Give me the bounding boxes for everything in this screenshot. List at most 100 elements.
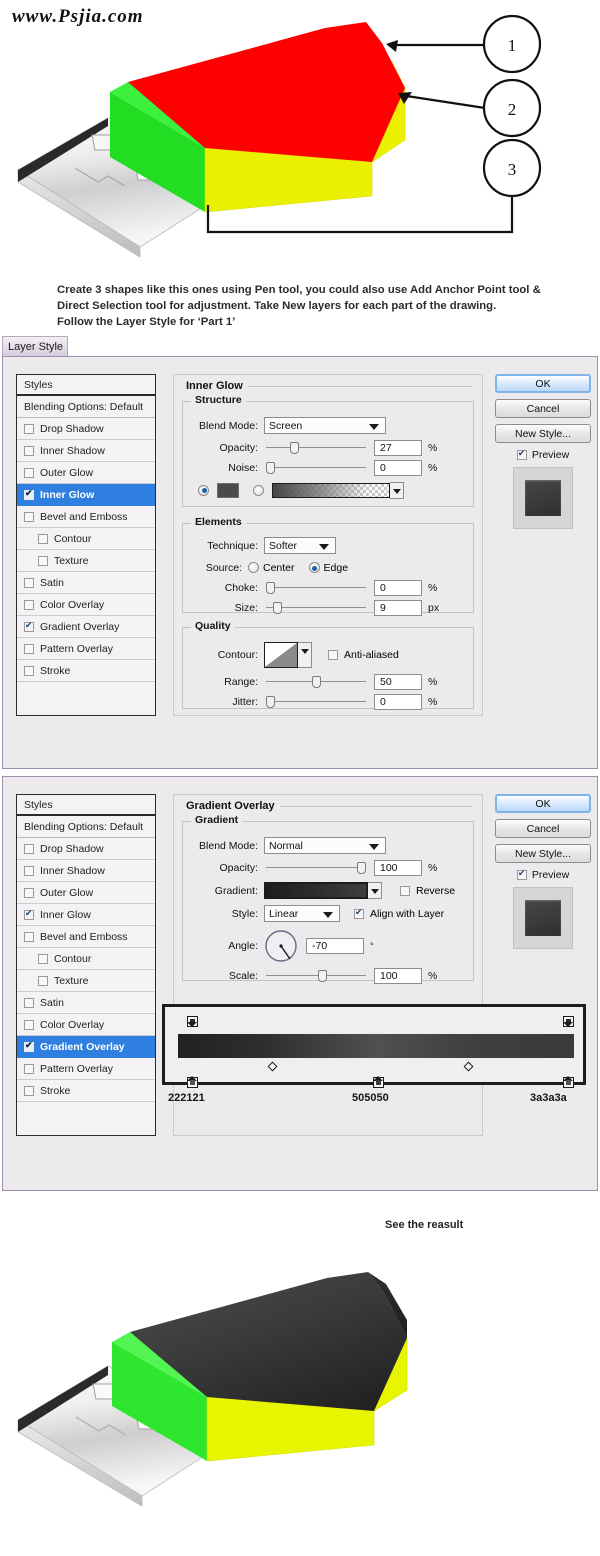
range-slider[interactable]: [266, 675, 366, 688]
slider-knob[interactable]: [357, 861, 366, 874]
radio-source-center[interactable]: [248, 562, 259, 573]
scale-input[interactable]: 100: [374, 967, 422, 984]
checkbox-texture[interactable]: [38, 555, 48, 566]
range-input[interactable]: 50: [374, 673, 422, 690]
checkbox-drop-shadow-2[interactable]: [24, 843, 34, 854]
style-row-outer-glow[interactable]: Outer Glow: [17, 462, 155, 484]
ok-button-2[interactable]: OK: [495, 794, 591, 813]
radio-glow-color[interactable]: [198, 484, 209, 496]
checkbox-inner-shadow[interactable]: [24, 445, 34, 456]
angle-input[interactable]: -70: [306, 938, 364, 954]
slider-knob[interactable]: [318, 969, 327, 982]
checkbox-satin[interactable]: [24, 577, 34, 588]
checkbox-texture-2[interactable]: [38, 975, 48, 986]
slider-knob[interactable]: [290, 441, 299, 454]
slider-knob[interactable]: [266, 581, 275, 594]
color-midpoint-2[interactable]: [463, 1061, 474, 1072]
checkbox-contour[interactable]: [38, 533, 48, 544]
style-row-pattern-overlay[interactable]: Pattern Overlay: [17, 638, 155, 660]
preview-toggle-row-2[interactable]: Preview: [495, 868, 591, 881]
slider-knob[interactable]: [266, 695, 275, 708]
scale-slider[interactable]: [266, 969, 366, 982]
gradient-dropdown-button[interactable]: [368, 882, 382, 899]
checkbox-preview-2[interactable]: [516, 868, 527, 880]
checkbox-satin-2[interactable]: [24, 997, 34, 1008]
preview-toggle-row[interactable]: Preview: [495, 448, 591, 461]
style-row-gradient-overlay[interactable]: Gradient Overlay: [17, 616, 155, 638]
jitter-input[interactable]: 0: [374, 693, 422, 710]
glow-color-swatch[interactable]: [217, 482, 239, 498]
style-row-texture[interactable]: Texture: [17, 550, 155, 572]
new-style-button[interactable]: New Style...: [495, 424, 591, 443]
new-style-button-2[interactable]: New Style...: [495, 844, 591, 863]
checkbox-pattern-overlay-2[interactable]: [24, 1063, 34, 1074]
checkbox-gradient-overlay[interactable]: [24, 620, 34, 632]
style-row-stroke[interactable]: Stroke: [17, 660, 155, 682]
glow-gradient-picker-button[interactable]: [390, 481, 404, 499]
checkbox-drop-shadow[interactable]: [24, 423, 34, 434]
checkbox-outer-glow[interactable]: [24, 467, 34, 478]
checkbox-inner-glow[interactable]: [24, 488, 34, 500]
slider-knob[interactable]: [312, 675, 321, 688]
gradient-style-select[interactable]: Linear: [264, 905, 340, 922]
glow-gradient-preview[interactable]: [272, 482, 390, 498]
cancel-button-2[interactable]: Cancel: [495, 819, 591, 838]
size-slider[interactable]: [266, 601, 366, 614]
style-row-satin-2[interactable]: Satin: [17, 992, 155, 1014]
style-row-satin[interactable]: Satin: [17, 572, 155, 594]
angle-dial[interactable]: [264, 929, 298, 963]
contour-dropdown-button[interactable]: [298, 642, 312, 668]
style-row-inner-shadow-2[interactable]: Inner Shadow: [17, 860, 155, 882]
opacity-slider-2[interactable]: [266, 861, 366, 874]
style-row-inner-glow[interactable]: Inner Glow: [17, 484, 155, 506]
color-midpoint-1[interactable]: [267, 1061, 278, 1072]
style-row-gradient-overlay-2[interactable]: Gradient Overlay: [17, 1036, 155, 1058]
gradient-picker[interactable]: [264, 882, 382, 899]
color-stop-2[interactable]: [563, 1059, 574, 1088]
checkbox-pattern-overlay[interactable]: [24, 643, 34, 654]
choke-input[interactable]: 0: [374, 579, 422, 596]
opacity-stop-left[interactable]: [187, 1016, 198, 1044]
checkbox-anti-aliased[interactable]: [328, 650, 338, 660]
opacity-stop-right[interactable]: [563, 1016, 574, 1044]
style-row-bevel-and-emboss[interactable]: Bevel and Emboss: [17, 506, 155, 528]
radio-glow-gradient[interactable]: [253, 484, 264, 496]
checkbox-stroke-2[interactable]: [24, 1085, 34, 1096]
style-row-inner-shadow[interactable]: Inner Shadow: [17, 440, 155, 462]
checkbox-outer-glow-2[interactable]: [24, 887, 34, 898]
style-row-texture-2[interactable]: Texture: [17, 970, 155, 992]
checkbox-stroke[interactable]: [24, 665, 34, 676]
noise-input-1[interactable]: 0: [374, 459, 422, 476]
style-row-contour[interactable]: Contour: [17, 528, 155, 550]
gradient-editor-ramp[interactable]: [178, 1034, 574, 1058]
contour-preview[interactable]: [264, 642, 298, 668]
checkbox-gradient-overlay-2[interactable]: [24, 1040, 34, 1052]
style-row-color-overlay[interactable]: Color Overlay: [17, 594, 155, 616]
radio-source-edge[interactable]: [308, 562, 320, 573]
slider-knob[interactable]: [273, 601, 282, 614]
style-row-outer-glow-2[interactable]: Outer Glow: [17, 882, 155, 904]
style-row-pattern-overlay-2[interactable]: Pattern Overlay: [17, 1058, 155, 1080]
ok-button[interactable]: OK: [495, 374, 591, 393]
checkbox-color-overlay[interactable]: [24, 599, 34, 610]
checkbox-inner-glow-2[interactable]: [24, 908, 34, 920]
color-stop-1[interactable]: [373, 1059, 384, 1088]
checkbox-preview[interactable]: [516, 448, 527, 460]
checkbox-color-overlay-2[interactable]: [24, 1019, 34, 1030]
checkbox-align-with-layer[interactable]: [354, 907, 364, 919]
style-row-contour-2[interactable]: Contour: [17, 948, 155, 970]
checkbox-inner-shadow-2[interactable]: [24, 865, 34, 876]
choke-slider[interactable]: [266, 581, 366, 594]
opacity-input-2[interactable]: 100: [374, 859, 422, 876]
gradient-editor-strip[interactable]: [162, 1004, 586, 1088]
checkbox-bevel-and-emboss-2[interactable]: [24, 931, 34, 942]
checkbox-contour-2[interactable]: [38, 953, 48, 964]
cancel-button[interactable]: Cancel: [495, 399, 591, 418]
contour-picker[interactable]: [264, 642, 312, 668]
opacity-slider-1[interactable]: [266, 441, 366, 454]
style-row-blending-options[interactable]: Blending Options: Default: [17, 396, 155, 418]
blend-mode-select-2[interactable]: Normal: [264, 837, 386, 854]
style-row-stroke-2[interactable]: Stroke: [17, 1080, 155, 1102]
style-row-blending-options-2[interactable]: Blending Options: Default: [17, 816, 155, 838]
jitter-slider[interactable]: [266, 695, 366, 708]
